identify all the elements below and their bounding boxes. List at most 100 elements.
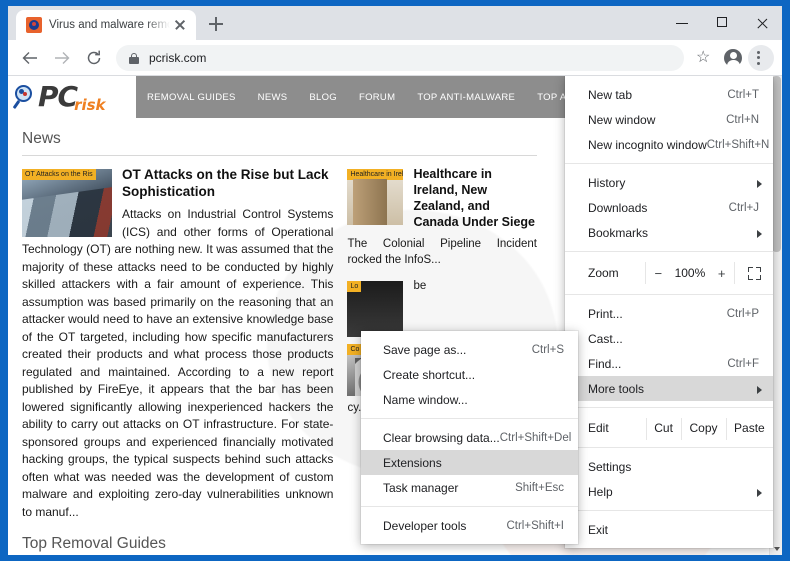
thumbnail-caption: Lo <box>347 281 361 292</box>
menu-item-find[interactable]: Find... Ctrl+F <box>565 351 773 376</box>
submenu-item-developer-tools[interactable]: Developer tools Ctrl+Shift+I <box>361 513 578 538</box>
menu-item-shortcut: Shift+Esc <box>515 482 564 494</box>
menu-item-label: Bookmarks <box>588 226 759 240</box>
menu-item-label: Extensions <box>383 456 564 470</box>
chevron-right-icon <box>757 386 762 394</box>
submenu-item-task-manager[interactable]: Task manager Shift+Esc <box>361 475 578 500</box>
thumbnail-caption: OT Attacks on the Ris <box>22 169 96 180</box>
browser-window: Virus and malware removal instru pcrisk.… <box>8 6 782 555</box>
menu-item-label: History <box>588 176 759 190</box>
nav-item-news[interactable]: NEWS <box>247 92 299 103</box>
menu-item-help[interactable]: Help <box>565 479 773 504</box>
submenu-item-create-shortcut[interactable]: Create shortcut... <box>361 362 578 387</box>
profile-avatar[interactable] <box>720 45 746 71</box>
submenu-item-save-page-as[interactable]: Save page as... Ctrl+S <box>361 337 578 362</box>
menu-item-new-incognito-window[interactable]: New incognito window Ctrl+Shift+N <box>565 132 773 157</box>
menu-item-label: Print... <box>588 307 727 321</box>
menu-item-label: Task manager <box>383 481 515 495</box>
chrome-menu-button[interactable] <box>748 45 774 71</box>
menu-item-exit[interactable]: Exit <box>565 517 773 542</box>
lock-icon <box>128 52 140 64</box>
menu-item-label: Find... <box>588 357 727 371</box>
fullscreen-button[interactable] <box>735 267 773 280</box>
zoom-label: Zoom <box>588 266 645 280</box>
url-text: pcrisk.com <box>149 51 206 65</box>
menu-item-label: Help <box>588 485 759 499</box>
menu-item-downloads[interactable]: Downloads Ctrl+J <box>565 195 773 220</box>
menu-item-label: Create shortcut... <box>383 368 564 382</box>
menu-separator <box>565 407 773 408</box>
paste-button[interactable]: Paste <box>726 421 773 435</box>
window-controls <box>662 6 782 40</box>
menu-item-label: Developer tools <box>383 519 506 533</box>
window-close-button[interactable] <box>742 6 782 40</box>
menu-item-settings[interactable]: Settings <box>565 454 773 479</box>
page-viewport: PC risk REMOVAL GUIDES NEWS BLOG FORUM T… <box>8 76 782 555</box>
close-icon[interactable] <box>172 17 188 33</box>
menu-item-label: New tab <box>588 88 727 102</box>
menu-item-label: More tools <box>588 382 759 396</box>
article-body: Attacks on Industrial Control Systems (I… <box>22 206 333 521</box>
menu-item-label: Exit <box>588 523 759 537</box>
address-bar[interactable]: pcrisk.com <box>116 45 684 71</box>
pcrisk-favicon <box>26 17 42 33</box>
menu-zoom-row: Zoom − 100% + <box>565 258 773 288</box>
minimize-button[interactable] <box>662 6 702 40</box>
nav-item-top-anti-malware[interactable]: TOP ANTI-MALWARE <box>406 92 526 103</box>
menu-item-more-tools[interactable]: More tools <box>565 376 773 401</box>
nav-item-forum[interactable]: FORUM <box>348 92 406 103</box>
zoom-in-button[interactable]: + <box>709 266 735 281</box>
tab-title: Virus and malware removal instru <box>49 19 170 31</box>
logo-pc-text: PC <box>38 83 77 111</box>
menu-separator <box>565 294 773 295</box>
menu-item-shortcut: Ctrl+T <box>727 89 759 101</box>
submenu-item-clear-browsing-data[interactable]: Clear browsing data... Ctrl+Shift+Del <box>361 425 578 450</box>
menu-item-new-window[interactable]: New window Ctrl+N <box>565 107 773 132</box>
menu-separator <box>565 163 773 164</box>
site-logo[interactable]: PC risk <box>8 76 136 118</box>
reload-icon[interactable] <box>80 44 108 72</box>
menu-item-shortcut: Ctrl+Shift+Del <box>500 432 572 444</box>
zoom-out-button[interactable]: − <box>645 266 671 281</box>
fullscreen-icon <box>748 267 761 280</box>
menu-item-shortcut: Ctrl+S <box>532 344 564 356</box>
zoom-level-value: 100% <box>671 266 709 280</box>
cut-button[interactable]: Cut <box>646 421 681 435</box>
maximize-button[interactable] <box>702 6 742 40</box>
submenu-item-name-window[interactable]: Name window... <box>361 387 578 412</box>
browser-toolbar: pcrisk.com ☆ <box>8 40 782 76</box>
edit-label: Edit <box>588 421 646 435</box>
menu-item-label: Settings <box>588 460 759 474</box>
nav-item-removal-guides[interactable]: REMOVAL GUIDES <box>136 92 247 103</box>
menu-item-new-tab[interactable]: New tab Ctrl+T <box>565 82 773 107</box>
menu-item-label: New window <box>588 113 726 127</box>
article-thumbnail[interactable]: OT Attacks on the Ris <box>22 169 112 237</box>
article-thumbnail[interactable]: Healthcare in Ireland, <box>347 169 403 225</box>
news-item-healthcare: Healthcare in Ireland, Healthcare in Ire… <box>347 166 537 268</box>
menu-item-shortcut: Ctrl+F <box>727 358 759 370</box>
article-thumbnail[interactable]: Lo <box>347 281 403 337</box>
new-tab-button[interactable] <box>202 10 230 38</box>
chrome-main-menu: New tab Ctrl+T New window Ctrl+N New inc… <box>565 76 773 548</box>
menu-separator <box>361 506 578 507</box>
browser-tab[interactable]: Virus and malware removal instru <box>16 10 196 40</box>
menu-item-shortcut: Ctrl+P <box>727 308 759 320</box>
menu-item-print[interactable]: Print... Ctrl+P <box>565 301 773 326</box>
thumbnail-caption: Healthcare in Ireland, <box>347 169 403 180</box>
forward-icon[interactable] <box>48 44 76 72</box>
section-title-news: News <box>22 130 537 156</box>
copy-button[interactable]: Copy <box>681 421 726 435</box>
tab-strip: Virus and malware removal instru <box>8 6 782 40</box>
menu-item-history[interactable]: History <box>565 170 773 195</box>
submenu-item-extensions[interactable]: Extensions <box>361 450 578 475</box>
menu-item-label: New incognito window <box>588 138 707 152</box>
chevron-right-icon <box>757 180 762 188</box>
back-icon[interactable] <box>16 44 44 72</box>
menu-item-shortcut: Ctrl+N <box>726 114 759 126</box>
bookmark-star-icon[interactable]: ☆ <box>692 45 718 71</box>
nav-item-blog[interactable]: BLOG <box>298 92 348 103</box>
menu-item-bookmarks[interactable]: Bookmarks <box>565 220 773 245</box>
menu-item-cast[interactable]: Cast... <box>565 326 773 351</box>
menu-item-label: Downloads <box>588 201 729 215</box>
scrollbar-thumb[interactable] <box>772 76 781 252</box>
